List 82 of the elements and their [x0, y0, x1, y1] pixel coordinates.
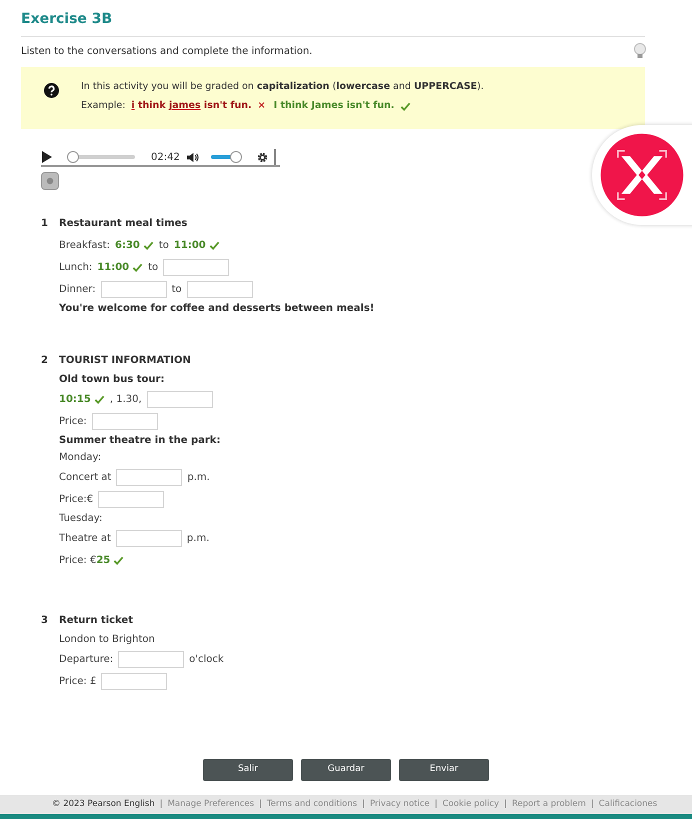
question-title: Restaurant meal times — [59, 217, 188, 231]
help-icon — [44, 83, 58, 98]
answer-field[interactable] — [101, 672, 168, 690]
action-button[interactable]: Salir — [203, 759, 293, 781]
question-title: TOURIST INFORMATION — [59, 354, 192, 368]
separator-text: | — [160, 798, 163, 811]
separator-text: | — [590, 798, 594, 811]
label-text: to — [148, 260, 158, 274]
label-text: Price: £ — [59, 674, 96, 688]
action-button[interactable]: Guardar — [301, 759, 391, 781]
copyright-text: © 2023 Pearson English — [52, 798, 155, 811]
correct-answer: 10:15 — [59, 392, 91, 406]
check-icon — [94, 394, 105, 404]
section-heading: Old town bus tour: — [59, 373, 164, 387]
settings-icon[interactable] — [256, 152, 268, 162]
correct-answer: 25 — [96, 554, 110, 568]
label-text: , 1.30, — [110, 392, 142, 406]
answer-field[interactable] — [186, 280, 253, 298]
question-number: 3 — [41, 614, 49, 628]
answer-field[interactable] — [118, 650, 184, 668]
label-text: o'clock — [189, 652, 224, 666]
incorrect-example: i think james isn't fun. — [131, 99, 252, 114]
separator-text: | — [259, 798, 262, 811]
label-text: Breakfast: — [59, 238, 110, 252]
volume-icon[interactable] — [186, 152, 199, 162]
answer-field[interactable] — [100, 280, 167, 298]
instruction-text: Listen to the conversations and complete the information. — [21, 44, 312, 58]
cross-mark: × — [258, 99, 266, 114]
label-text: Departure: — [59, 652, 114, 666]
section-heading: Summer theatre in the park: — [59, 434, 220, 448]
footer-link[interactable]: Cookie policy — [442, 798, 500, 811]
separator-text: | — [504, 798, 507, 811]
label-text: Tuesday: — [59, 512, 102, 526]
exercise-title: Exercise 3B — [21, 10, 114, 29]
label-text: Price: — [59, 414, 87, 428]
label-text: p.m. — [187, 470, 210, 484]
answer-field[interactable] — [146, 390, 213, 408]
question-number: 2 — [41, 354, 49, 368]
answer-field[interactable] — [98, 490, 164, 508]
check-icon — [208, 240, 220, 250]
check-icon — [142, 240, 154, 250]
footer-link[interactable]: Calificaciones — [598, 798, 658, 811]
label-text: London to Brighton — [59, 633, 155, 647]
question-title: Return ticket — [59, 614, 134, 628]
footer-link[interactable]: Privacy notice — [370, 798, 430, 811]
correct-example: I think James isn't fun. — [274, 99, 394, 114]
check-icon — [113, 554, 124, 566]
footer-link[interactable]: Report a problem — [512, 798, 586, 811]
footer-link[interactable]: Manage Preferences — [168, 798, 254, 811]
check-icon — [400, 100, 412, 112]
label-text: Price: € — [59, 554, 96, 568]
correct-answer: 11:00 — [97, 260, 130, 274]
label-text: Theatre at — [59, 532, 111, 546]
footer-link[interactable]: Terms and conditions — [266, 798, 358, 811]
lightbulb-icon[interactable] — [633, 42, 647, 60]
separator-text: | — [434, 798, 438, 811]
transcript-button[interactable] — [41, 172, 59, 190]
label-text: Price:€ — [59, 492, 94, 506]
label-text: Monday: — [59, 451, 102, 465]
section-heading: You're welcome for coffee and desserts between meals! — [59, 302, 374, 316]
play-icon[interactable] — [41, 151, 53, 163]
label-text: p.m. — [186, 532, 210, 546]
answer-field[interactable] — [116, 468, 182, 486]
action-button[interactable]: Enviar — [399, 759, 489, 781]
label-text: to — [158, 238, 169, 252]
notice-text: In this activity you will be graded on capitalization (lowercase and UPPERCASE). — [81, 80, 484, 94]
check-icon — [132, 262, 144, 272]
label-text: to — [172, 282, 182, 296]
label-text: Lunch: — [59, 260, 92, 274]
label-text: Dinner: — [59, 282, 96, 296]
correct-answer: 6:30 — [114, 238, 140, 252]
label-text: Concert at — [59, 470, 112, 484]
answer-field[interactable] — [116, 530, 182, 546]
example-label: Example: — [81, 99, 126, 114]
floating-widget[interactable] — [592, 125, 692, 225]
answer-field[interactable] — [92, 412, 158, 430]
answer-field[interactable] — [163, 258, 230, 276]
logo-icon[interactable] — [599, 132, 685, 218]
separator-text: | — [362, 798, 365, 811]
question-number: 1 — [41, 217, 49, 231]
correct-answer: 11:00 — [174, 238, 206, 252]
time-display: 02:42 — [151, 150, 180, 164]
